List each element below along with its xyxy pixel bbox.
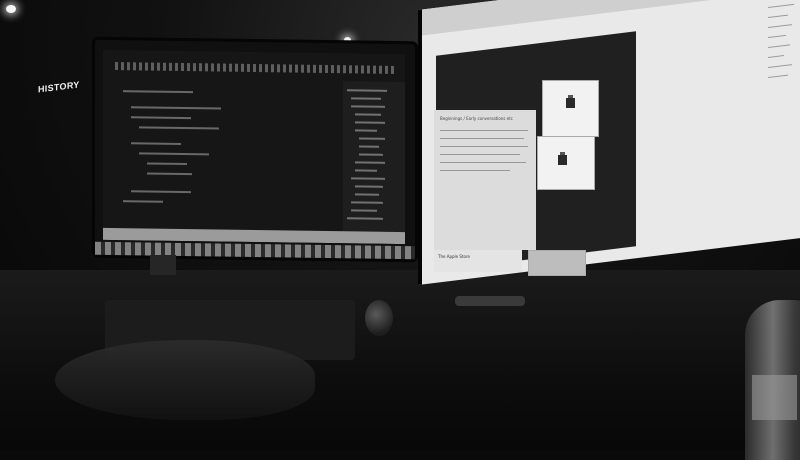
history-text-card: Beginnings / Early conversations etc (434, 110, 536, 250)
code-line (131, 142, 181, 145)
desk-device (455, 296, 525, 306)
code-editor-screen (103, 49, 405, 245)
devtools-line (768, 24, 792, 29)
code-line (131, 116, 191, 120)
devtools-line (768, 55, 784, 59)
text-line (440, 154, 520, 155)
tree-item (355, 113, 381, 116)
devtools-line (768, 44, 790, 49)
ceiling-light (344, 37, 351, 43)
tree-item (359, 153, 383, 156)
bottom-card-label: The Apple Store (438, 254, 470, 259)
product-thumbnail (542, 80, 599, 137)
code-line (131, 190, 191, 194)
browser-toolbar (422, 0, 800, 36)
editor-menu-bar (115, 62, 395, 74)
page-title: HISTORY (38, 79, 80, 95)
code-line (123, 200, 163, 203)
tree-item (355, 121, 385, 124)
devtools-line (768, 64, 792, 69)
devtools-line (768, 34, 786, 39)
product-image (558, 155, 567, 165)
code-line (147, 172, 192, 176)
tree-item (347, 89, 387, 92)
text-line (440, 162, 526, 163)
monitor-stand (150, 255, 176, 275)
bottom-card: The Apple Store (434, 250, 522, 272)
hand (55, 340, 315, 420)
product-thumbnail (537, 136, 595, 190)
text-line (440, 170, 510, 171)
tree-item (351, 209, 377, 212)
devtools-line (768, 14, 788, 19)
tree-item (355, 161, 385, 164)
project-tree-panel (343, 81, 405, 233)
ceiling-light (6, 5, 16, 13)
code-line (123, 90, 193, 94)
devtools-line (768, 3, 794, 9)
text-line (440, 130, 528, 131)
tree-item (351, 201, 383, 204)
devtools-panel (762, 0, 800, 198)
tree-item (355, 169, 377, 172)
product-image (566, 98, 575, 108)
text-line (440, 138, 524, 139)
tree-item (359, 145, 379, 148)
tree-item (359, 137, 385, 140)
tree-item (347, 217, 383, 220)
code-line (139, 126, 219, 130)
desk-figurine (365, 300, 393, 336)
text-line (440, 146, 528, 147)
code-line (139, 152, 209, 156)
photo-scene: HISTORY Beginnings / Early conversations… (0, 0, 800, 460)
taskbar (95, 241, 415, 260)
bottom-thumbnail (528, 250, 586, 276)
tree-item (355, 193, 379, 196)
card-heading: Beginnings / Early conversations etc (440, 116, 513, 121)
tree-item (351, 105, 385, 108)
tree-item (355, 129, 377, 132)
tree-item (351, 177, 385, 180)
glass-label (752, 375, 797, 420)
code-line (131, 106, 221, 110)
left-monitor (95, 39, 415, 260)
devtools-line (768, 74, 788, 79)
tree-item (355, 185, 383, 188)
tree-item (351, 97, 381, 100)
code-line (147, 162, 187, 166)
